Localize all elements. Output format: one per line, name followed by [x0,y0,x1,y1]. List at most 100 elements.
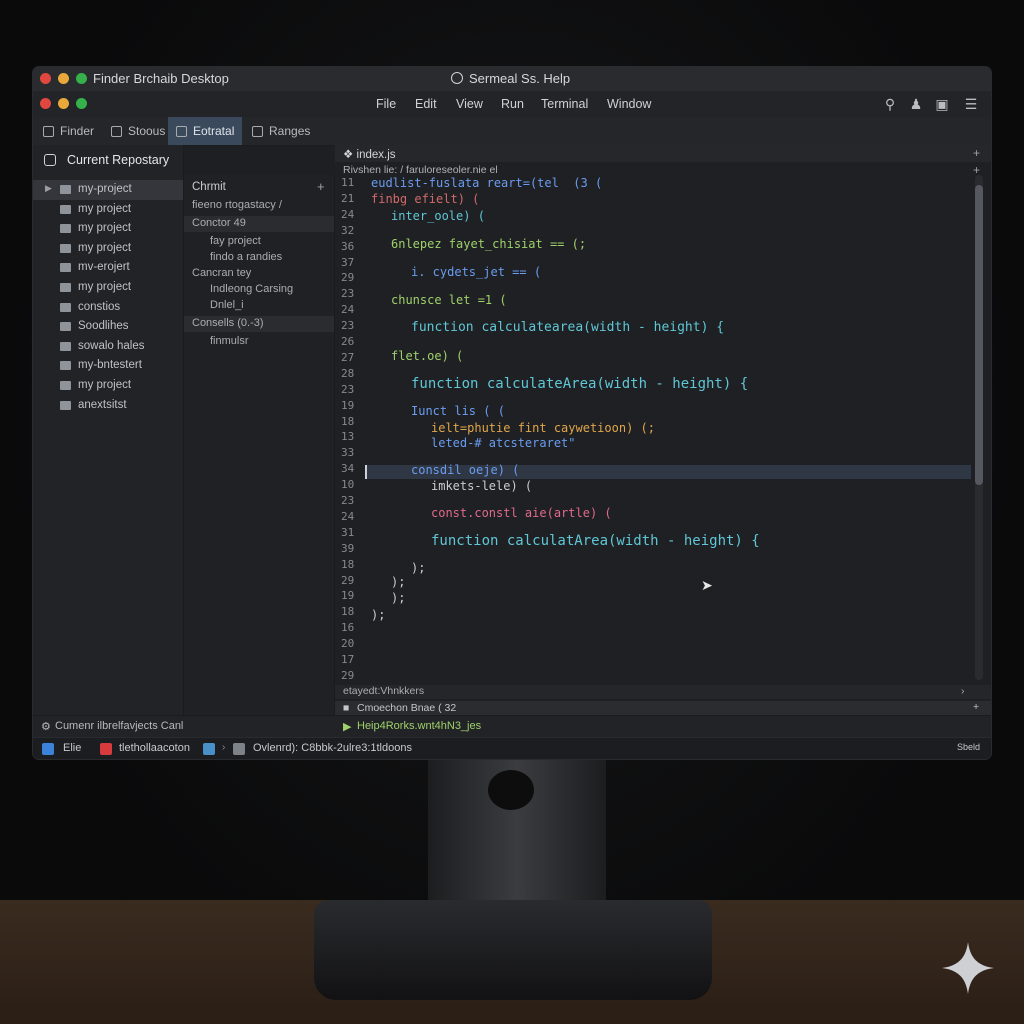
minimize-button[interactable] [58,98,69,109]
line-number: 23 [341,494,355,507]
path-item-elie[interactable]: Elie [63,742,81,754]
menu-edit[interactable]: Edit [415,97,437,111]
code-line[interactable]: leted-# atcsteraret" [431,436,576,450]
code-line[interactable]: const.constl aie(artle) ( [431,506,612,520]
console-label: Cmoechon Bnae ( 32 [357,702,457,714]
code-line[interactable]: Iunct lis ( ( [411,404,505,418]
code-line[interactable]: ); [391,591,405,605]
line-number: 24 [341,509,355,523]
finder-icon [43,125,54,137]
sidebar-item[interactable]: constios [33,298,183,318]
commit-row[interactable]: Dnlel_i [210,299,244,311]
folder-icon [60,302,71,312]
tab-finder[interactable]: Finder [35,117,102,145]
commit-row[interactable]: finmulsr [210,335,249,347]
code-line[interactable]: ); [371,608,385,622]
status-icon: ⚙ [41,721,51,733]
code-line[interactable]: imkets-lele) ( [431,479,532,493]
close-button[interactable] [40,98,51,109]
line-number: 27 [341,350,355,364]
line-number: 36 [341,239,355,253]
commit-row[interactable]: fay project [210,235,261,247]
code-line[interactable]: ielt=phutie fint caywetioon) (; [431,421,655,435]
menu-file[interactable]: File [376,97,396,111]
code-line[interactable]: chunsce let =1 ( [391,293,507,307]
path-item-location[interactable]: tlethollaacoton [119,742,190,754]
code-editor[interactable]: ❖ index.js + Rivshen lie: / faruloreseol… [335,145,991,717]
code-line[interactable]: consdil oeje) ( [411,463,519,477]
code-line[interactable]: function calculateArea(width - height) { [411,376,748,392]
add-console-icon[interactable]: + [973,701,979,713]
list-icon[interactable]: ☰ [963,96,979,112]
commit-row[interactable]: Conctor 49 [192,217,246,229]
commit-row[interactable]: Indleong Carsing [210,283,293,295]
line-number: 32 [341,223,355,237]
sidebar-item-label: mv-erojert [78,261,130,274]
menu-bar: File Edit View Run Terminal Window ⚲ ♟ ▣… [33,91,991,117]
line-number: 18 [341,557,355,571]
sidebar-item[interactable]: my project [33,200,183,220]
tab-eotratal[interactable]: Eotratal [168,117,243,145]
line-number: 23 [341,382,355,396]
line-number: 26 [341,335,355,348]
line-number: 13 [341,430,355,444]
sidebar-item[interactable]: sowalo hales [33,337,183,357]
code-line[interactable]: eudlist-fuslata reart=(tel (3 ( [371,176,602,190]
folder-icon [60,341,71,351]
commit-row[interactable]: fieeno rtogastacy / [192,199,282,211]
folder-icon[interactable]: ▣ [934,96,950,112]
folder-icon [60,263,71,273]
menu-run[interactable]: Run [501,97,524,111]
user-icon[interactable]: ♟ [908,96,924,112]
code-line[interactable]: function calculatArea(width - height) { [431,533,760,549]
line-number: 39 [341,541,355,555]
sidebar-item[interactable]: my project [33,278,183,298]
sidebar-item[interactable]: my project [33,376,183,396]
zoom-button[interactable] [76,98,87,109]
sidebar-item[interactable]: anextsitst [33,396,183,416]
file-icon: ❖ [343,149,357,161]
sidebar-item[interactable]: my-bntestert [33,356,183,376]
tab-stoous[interactable]: Stoous [103,117,173,145]
sidebar-item[interactable]: ▶ my-project [33,180,183,200]
code-line[interactable]: i. cydets_jet == ( [411,265,541,279]
folder-icon [203,743,215,755]
close-window-button[interactable] [40,73,51,84]
folder-icon [60,224,71,234]
menu-view[interactable]: View [456,97,483,111]
add-icon[interactable]: + [317,179,325,194]
line-number: 23 [341,287,355,301]
scrollbar-thumb[interactable] [975,185,983,485]
code-line[interactable]: flet.oe) ( [391,349,463,363]
menu-window[interactable]: Window [607,97,651,111]
sidebar-item-label: my-bntestert [78,359,142,372]
search-icon[interactable]: ⚲ [882,96,898,112]
add-tab-icon[interactable]: + [973,146,980,160]
chevron-right-icon[interactable]: ▶ [45,183,52,194]
menu-terminal[interactable]: Terminal [541,97,588,111]
commit-row[interactable]: findo a randies [210,251,282,263]
minimize-window-button[interactable] [58,73,69,84]
sidebar-item[interactable]: my project [33,219,183,239]
maximize-window-button[interactable] [76,73,87,84]
tab-ranges[interactable]: Ranges [244,117,318,145]
commit-row[interactable]: Cancran tey [192,267,251,279]
line-number: 17 [341,653,355,666]
path-item-overview[interactable]: Ovlenrd): C8bbk-2ulre3:1tldoons [253,742,412,754]
sidebar-item[interactable]: my project [33,239,183,259]
terminal-line[interactable]: Heip4Rorks.wnt4hN3_jes [357,720,481,732]
code-line[interactable]: 6nlepez fayet_chisiat == (; [391,237,586,251]
chevron-right-icon[interactable]: › [961,685,965,697]
code-line[interactable]: function calculatearea(width - height) { [411,320,724,335]
line-number: 29 [341,573,355,587]
folder-icon [60,400,71,410]
code-line[interactable]: finbg efielt) ( [371,192,479,206]
editor-tab-index-js[interactable]: ❖ index.js [343,147,396,161]
code-line[interactable]: ); [391,575,405,589]
sidebar-item[interactable]: mv-erojert [33,258,183,278]
code-line[interactable]: ); [411,561,425,575]
code-line[interactable]: inter_oole) ( [391,209,485,223]
sidebar-item[interactable]: Soodlihes [33,317,183,337]
commit-row[interactable]: Consells (0.-3) [192,317,264,329]
sidebar-item-label: anextsitst [78,398,127,411]
